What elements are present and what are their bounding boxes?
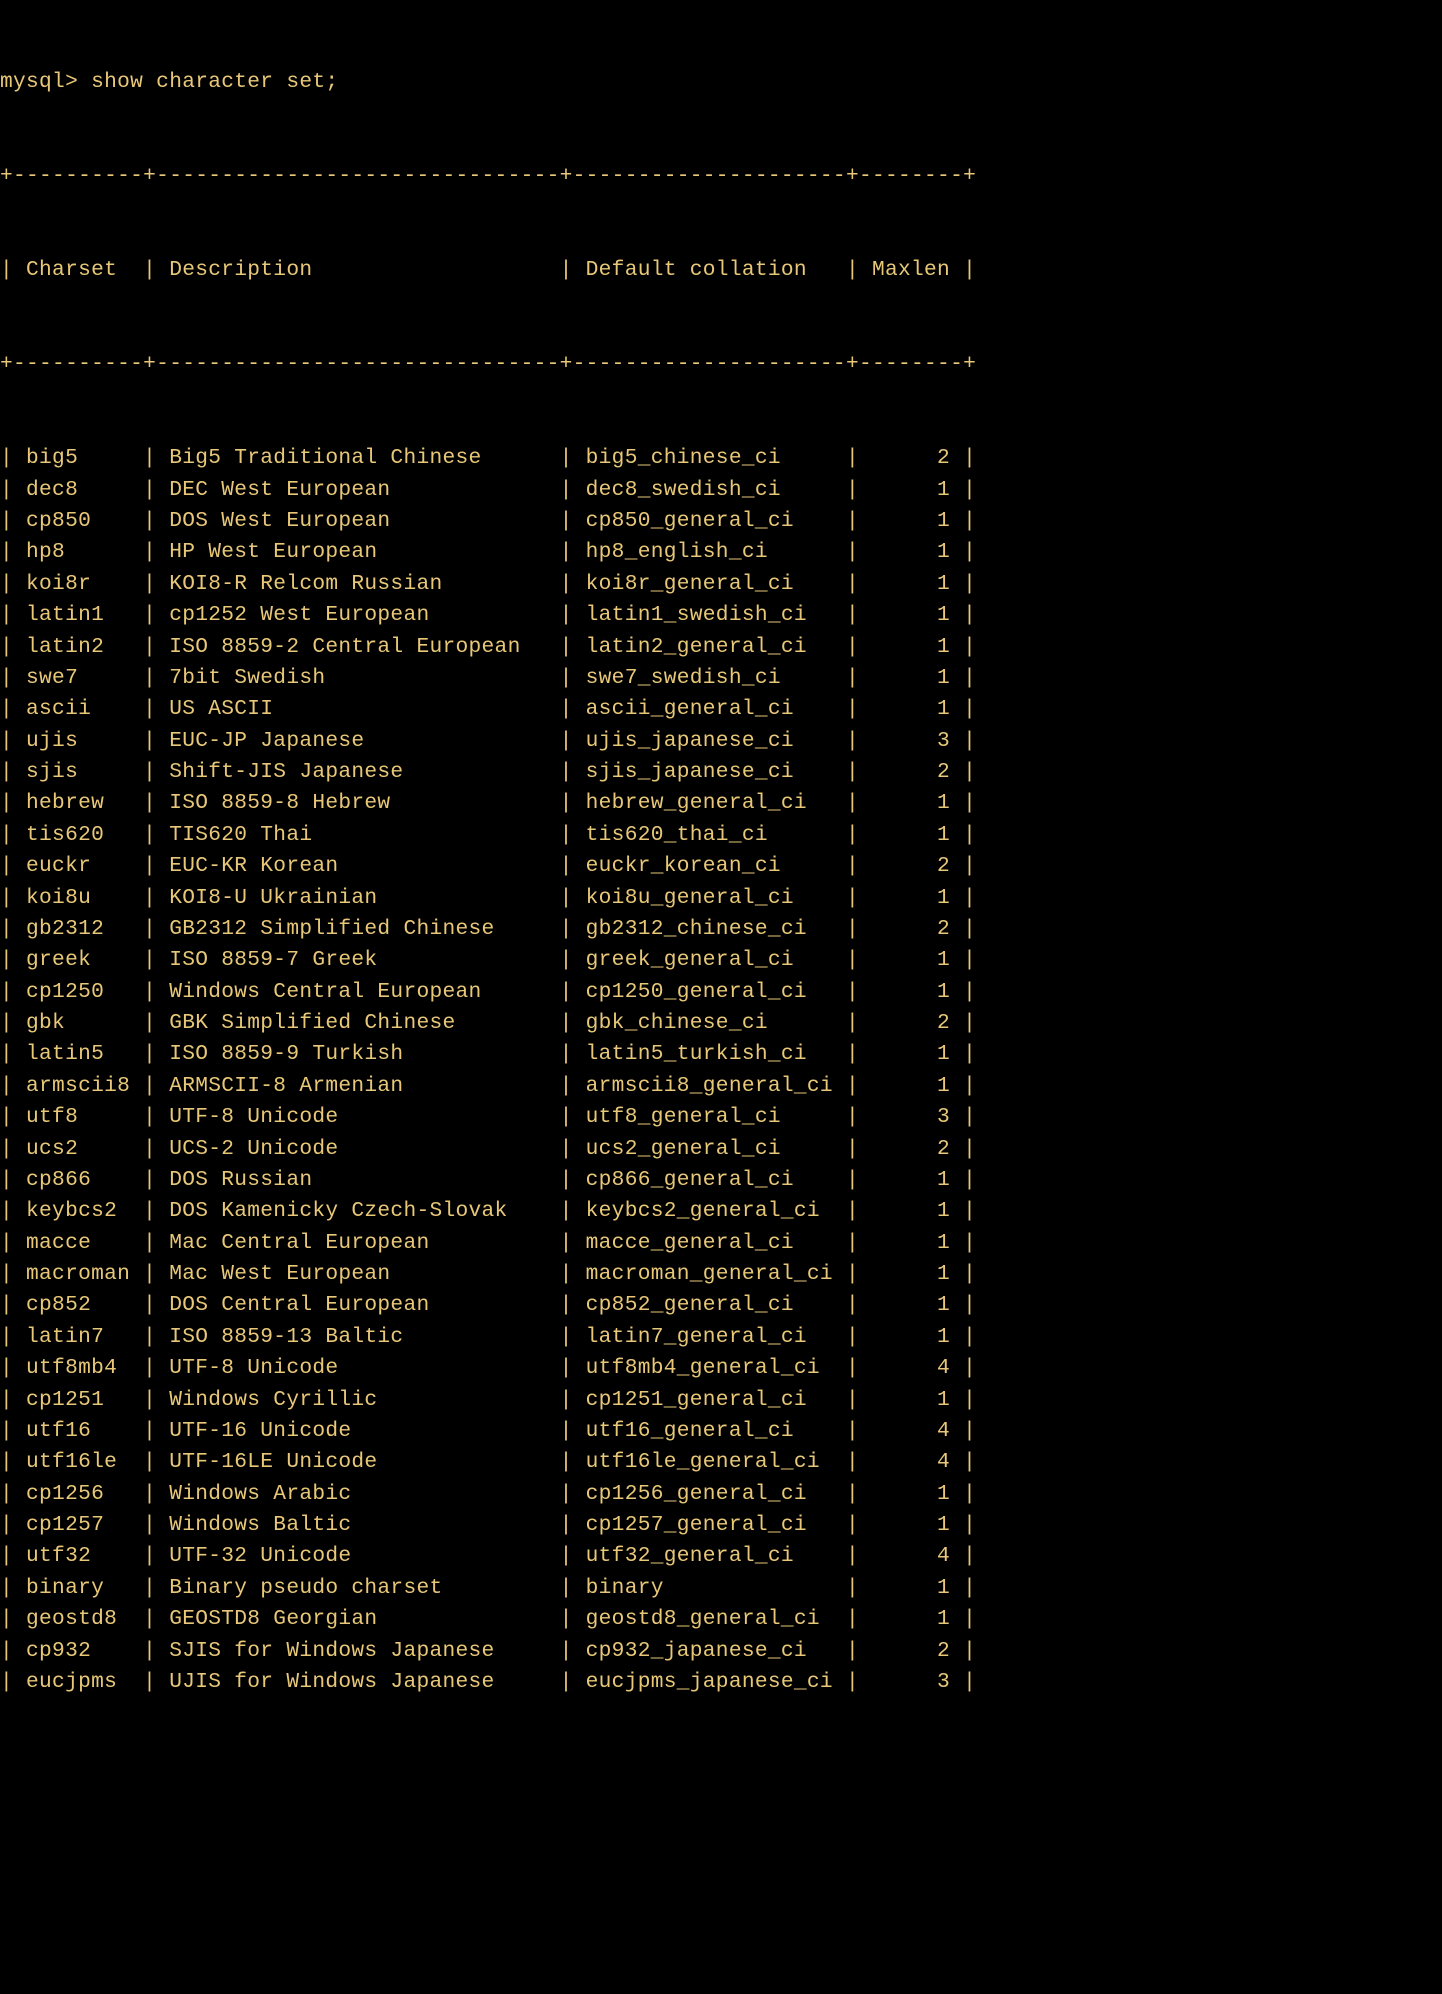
table-row: | cp1250 | Windows Central European | cp… (0, 977, 1442, 1008)
table-row: | hebrew | ISO 8859-8 Hebrew | hebrew_ge… (0, 788, 1442, 819)
table-row: | utf16le | UTF-16LE Unicode | utf16le_g… (0, 1447, 1442, 1478)
table-row: | latin5 | ISO 8859-9 Turkish | latin5_t… (0, 1039, 1442, 1070)
table-row: | macroman | Mac West European | macroma… (0, 1259, 1442, 1290)
table-row: | tis620 | TIS620 Thai | tis620_thai_ci … (0, 820, 1442, 851)
table-row: | latin7 | ISO 8859-13 Baltic | latin7_g… (0, 1322, 1442, 1353)
table-row: | greek | ISO 8859-7 Greek | greek_gener… (0, 945, 1442, 976)
table-row: | utf8 | UTF-8 Unicode | utf8_general_ci… (0, 1102, 1442, 1133)
prompt-line: mysql> show character set; (0, 67, 1442, 98)
prompt: mysql> (0, 70, 91, 94)
table-row: | ucs2 | UCS-2 Unicode | ucs2_general_ci… (0, 1134, 1442, 1165)
table-row: | cp1251 | Windows Cyrillic | cp1251_gen… (0, 1385, 1442, 1416)
table-row: | utf32 | UTF-32 Unicode | utf32_general… (0, 1541, 1442, 1572)
table-row: | koi8u | KOI8-U Ukrainian | koi8u_gener… (0, 883, 1442, 914)
table-row: | utf16 | UTF-16 Unicode | utf16_general… (0, 1416, 1442, 1447)
table-row: | cp1256 | Windows Arabic | cp1256_gener… (0, 1479, 1442, 1510)
table-row: | hp8 | HP West European | hp8_english_c… (0, 537, 1442, 568)
table-row: | sjis | Shift-JIS Japanese | sjis_japan… (0, 757, 1442, 788)
table-row: | cp850 | DOS West European | cp850_gene… (0, 506, 1442, 537)
table-row: | latin1 | cp1252 West European | latin1… (0, 600, 1442, 631)
table-row: | utf8mb4 | UTF-8 Unicode | utf8mb4_gene… (0, 1353, 1442, 1384)
table-row: | cp932 | SJIS for Windows Japanese | cp… (0, 1636, 1442, 1667)
table-row: | keybcs2 | DOS Kamenicky Czech-Slovak |… (0, 1196, 1442, 1227)
table-row: | swe7 | 7bit Swedish | swe7_swedish_ci … (0, 663, 1442, 694)
table-row: | cp1257 | Windows Baltic | cp1257_gener… (0, 1510, 1442, 1541)
table-row: | armscii8 | ARMSCII-8 Armenian | armsci… (0, 1071, 1442, 1102)
table-row: | ujis | EUC-JP Japanese | ujis_japanese… (0, 726, 1442, 757)
command-text: show character set; (91, 70, 338, 94)
table-row: | cp852 | DOS Central European | cp852_g… (0, 1290, 1442, 1321)
table-row: | latin2 | ISO 8859-2 Central European |… (0, 632, 1442, 663)
table-row: | koi8r | KOI8-R Relcom Russian | koi8r_… (0, 569, 1442, 600)
table-border-mid: +----------+----------------------------… (0, 349, 1442, 380)
mysql-terminal[interactable]: mysql> show character set; +----------+-… (0, 0, 1442, 1730)
table-row: | big5 | Big5 Traditional Chinese | big5… (0, 443, 1442, 474)
table-row: | geostd8 | GEOSTD8 Georgian | geostd8_g… (0, 1604, 1442, 1635)
table-row: | binary | Binary pseudo charset | binar… (0, 1573, 1442, 1604)
table-row: | macce | Mac Central European | macce_g… (0, 1228, 1442, 1259)
table-row: | dec8 | DEC West European | dec8_swedis… (0, 475, 1442, 506)
table-border-top: +----------+----------------------------… (0, 161, 1442, 192)
table-row: | ascii | US ASCII | ascii_general_ci | … (0, 694, 1442, 725)
table-row: | eucjpms | UJIS for Windows Japanese | … (0, 1667, 1442, 1698)
table-row: | gb2312 | GB2312 Simplified Chinese | g… (0, 914, 1442, 945)
table-row: | gbk | GBK Simplified Chinese | gbk_chi… (0, 1008, 1442, 1039)
table-header-row: | Charset | Description | Default collat… (0, 255, 1442, 286)
table-row: | cp866 | DOS Russian | cp866_general_ci… (0, 1165, 1442, 1196)
table-row: | euckr | EUC-KR Korean | euckr_korean_c… (0, 851, 1442, 882)
